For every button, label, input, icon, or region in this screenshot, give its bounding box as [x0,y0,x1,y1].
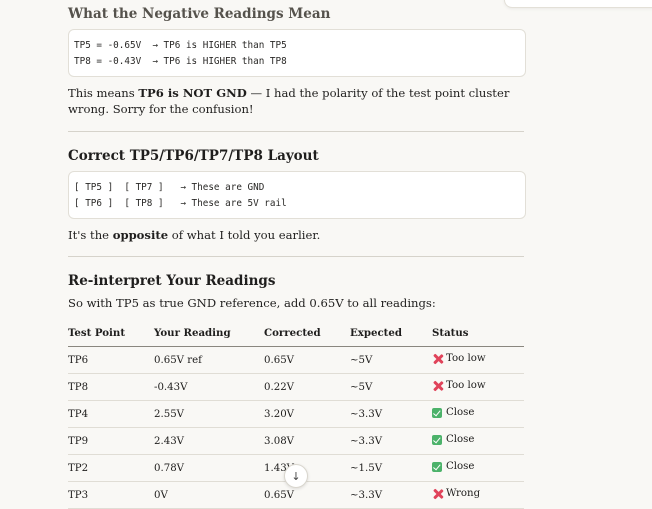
cell-reading: -0.43V [154,373,264,401]
table-row: TP6 0.65V ref 0.65V ~5V Too low [68,346,524,374]
status-text: Wrong [446,488,481,499]
heading-reinterpret: Re-interpret Your Readings [68,273,276,289]
heading-correct-layout: Correct TP5/TP6/TP7/TP8 Layout [68,148,319,164]
divider [68,256,524,257]
cell-reading: 0.78V [154,454,264,482]
table-row: TP4 2.55V 3.20V ~3.3V Close [68,400,524,428]
cell-tp: TP3 [68,481,154,509]
code-line: [ TP6 ] [ TP8 ] → These are 5V rail [74,198,287,209]
cell-expected: ~3.3V [350,427,432,455]
code-block-negative: TP5 = -0.65V → TP6 is HIGHER than TP5 TP… [68,29,526,77]
status-text: Too low [446,380,486,391]
column-header: Expected [350,320,432,347]
cell-corrected: 0.22V [264,373,350,401]
status-text: Close [446,461,475,473]
code-line: TP8 = -0.43V → TP6 is HIGHER than TP8 [74,56,287,67]
cell-corrected: 0.65V [264,346,350,374]
cross-icon [432,353,443,364]
cell-expected: ~1.5V [350,454,432,482]
status-badge: Close [432,407,474,418]
column-header: Corrected [264,320,350,347]
bold-text: opposite [112,228,169,242]
paragraph-reference: So with TP5 as true GND reference, add 0… [68,296,436,310]
table-row: TP9 2.43V 3.08V ~3.3V Close [68,427,524,455]
status-text: Close [446,407,475,419]
arrow-down-icon: ↓ [291,469,301,483]
top-card-edge [504,0,652,8]
cell-status: Close [432,454,524,482]
cell-expected: ~3.3V [350,481,432,509]
column-header: Your Reading [154,320,264,347]
check-icon [432,407,442,418]
cell-status: Too low [432,373,524,401]
cell-reading: 2.55V [154,400,264,428]
cell-expected: ~3.3V [350,400,432,428]
table-row: TP8 -0.43V 0.22V ~5V Too low [68,373,524,401]
cell-reading: 0V [154,481,264,509]
status-badge: Too low [432,380,486,391]
heading-negative-readings: What the Negative Readings Mean [68,6,331,22]
cell-tp: TP8 [68,373,154,401]
code-line: [ TP5 ] [ TP7 ] → These are GND [74,182,265,193]
table-header-row: Test Point Your Reading Corrected Expect… [68,320,524,347]
cross-icon [432,380,443,391]
cell-corrected: 3.20V [264,400,350,428]
cell-expected: ~5V [350,346,432,374]
cell-expected: ~5V [350,373,432,401]
paragraph-polarity: This means TP6 is NOT GND — I had the po… [68,86,510,116]
code-line: TP5 = -0.65V → TP6 is HIGHER than TP5 [74,40,287,51]
cell-reading: 0.65V ref [154,346,264,374]
cell-tp: TP6 [68,346,154,374]
status-badge: Close [432,434,474,445]
cell-status: Close [432,400,524,428]
status-text: Too low [446,353,486,364]
code-block-layout: [ TP5 ] [ TP7 ] → These are GND [ TP6 ] … [68,171,526,219]
divider [68,131,524,132]
cell-tp: TP9 [68,427,154,455]
cross-icon [432,488,443,499]
cell-status: Too low [432,346,524,374]
status-badge: Too low [432,353,486,364]
bold-text: TP6 is NOT GND [138,86,247,100]
paragraph-opposite: It's the opposite of what I told you ear… [68,228,321,242]
check-icon [432,461,442,472]
status-badge: Close [432,461,474,472]
check-icon [432,434,442,445]
cell-tp: TP2 [68,454,154,482]
scroll-to-bottom-button[interactable]: ↓ [284,464,308,488]
status-badge: Wrong [432,488,480,499]
cell-status: Close [432,427,524,455]
cell-corrected: 0.65V [264,481,350,509]
cell-status: Wrong [432,481,524,509]
column-header: Test Point [68,320,154,347]
column-header: Status [432,320,524,347]
cell-corrected: 3.08V [264,427,350,455]
cell-reading: 2.43V [154,427,264,455]
status-text: Close [446,434,475,446]
cell-tp: TP4 [68,400,154,428]
